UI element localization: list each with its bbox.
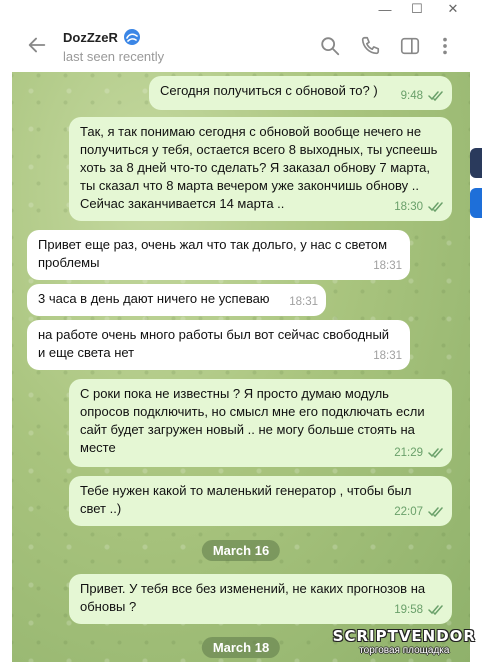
last-seen-status: last seen recently	[63, 49, 165, 64]
double-check-icon	[428, 202, 443, 212]
message-outgoing[interactable]: Тебе нужен какой то маленький генератор …	[69, 476, 452, 526]
message-text: 3 часа в день дают ничего не успеваю	[38, 291, 270, 306]
search-icon[interactable]	[319, 35, 341, 57]
message-text: Сегодня получиться с обновой то? )	[160, 83, 378, 98]
message-outgoing[interactable]: С роки пока не известны ? Я просто думаю…	[69, 379, 452, 467]
message-meta: 21:29	[394, 444, 444, 462]
double-check-icon	[428, 605, 443, 615]
date-separator: March 18	[201, 637, 281, 658]
double-check-icon	[428, 91, 443, 101]
right-panel-edge	[469, 0, 482, 662]
blue-circle-badge-icon[interactable]	[470, 188, 482, 218]
message-text: на работе очень много работы был вот сей…	[38, 327, 390, 360]
message-meta: 22:07	[394, 503, 444, 521]
message-time: 18:30	[394, 201, 423, 213]
message-meta: 9:48	[401, 87, 444, 105]
contact-name-text: DozZzeR	[63, 29, 118, 45]
message-text: С роки пока не известны ? Я просто думаю…	[80, 386, 425, 455]
message-time: 18:31	[289, 296, 318, 308]
star-badge-icon[interactable]	[470, 148, 482, 178]
watermark-tagline: торговая площадка	[359, 645, 450, 656]
message-time: 9:48	[400, 90, 423, 102]
message-incoming[interactable]: на работе очень много работы был вот сей…	[27, 320, 410, 370]
sidebar-toggle-icon[interactable]	[399, 35, 421, 57]
message-meta: 19:58	[394, 601, 444, 619]
message-text: Тебе нужен какой то маленький генератор …	[80, 483, 412, 516]
watermark-logo: SCRIPTVENDOR торговая площадка	[333, 627, 476, 656]
message-meta: 18:31	[289, 293, 318, 311]
emoji-status-icon	[123, 29, 140, 45]
message-time: 22:07	[394, 506, 423, 518]
message-outgoing[interactable]: Привет. У тебя все без изменений, не как…	[69, 574, 452, 624]
message-text: Привет. У тебя все без изменений, не как…	[80, 581, 426, 614]
message-text: Так, я так понимаю сегодня с обновой воо…	[80, 124, 438, 211]
message-time: 18:31	[373, 350, 402, 362]
message-time: 21:29	[394, 447, 423, 459]
message-incoming[interactable]: 3 часа в день дают ничего не успеваю 18:…	[27, 284, 326, 316]
message-outgoing[interactable]: Так, я так понимаю сегодня с обновой воо…	[69, 117, 452, 221]
message-time: 18:31	[373, 260, 402, 272]
minimize-button[interactable]: —	[368, 0, 402, 18]
chat-header: DozZzeR last seen recently	[12, 18, 470, 73]
message-incoming[interactable]: Привет еще раз, очень жал что так дольго…	[27, 230, 410, 280]
back-arrow-icon[interactable]	[26, 34, 48, 56]
more-vertical-icon[interactable]	[434, 35, 456, 57]
double-check-icon	[428, 507, 443, 517]
message-outgoing[interactable]: Сегодня получиться с обновой то? ) 9:48	[149, 76, 452, 110]
message-list[interactable]: Сегодня получиться с обновой то? ) 9:48 …	[12, 72, 470, 662]
phone-icon[interactable]	[359, 35, 381, 57]
double-check-icon	[428, 448, 443, 458]
close-button[interactable]: ✕	[436, 0, 470, 18]
contact-name[interactable]: DozZzeR	[63, 28, 141, 46]
message-meta: 18:30	[394, 198, 444, 216]
message-text: Привет еще раз, очень жал что так дольго…	[38, 237, 388, 270]
message-meta: 18:31	[373, 347, 402, 365]
maximize-button[interactable]: ☐	[400, 0, 434, 18]
watermark-brand: SCRIPTVENDOR	[332, 627, 476, 645]
message-time: 19:58	[394, 604, 423, 616]
date-separator: March 16	[201, 540, 281, 561]
window-controls: — ☐ ✕	[12, 0, 470, 18]
message-meta: 18:31	[373, 257, 402, 275]
